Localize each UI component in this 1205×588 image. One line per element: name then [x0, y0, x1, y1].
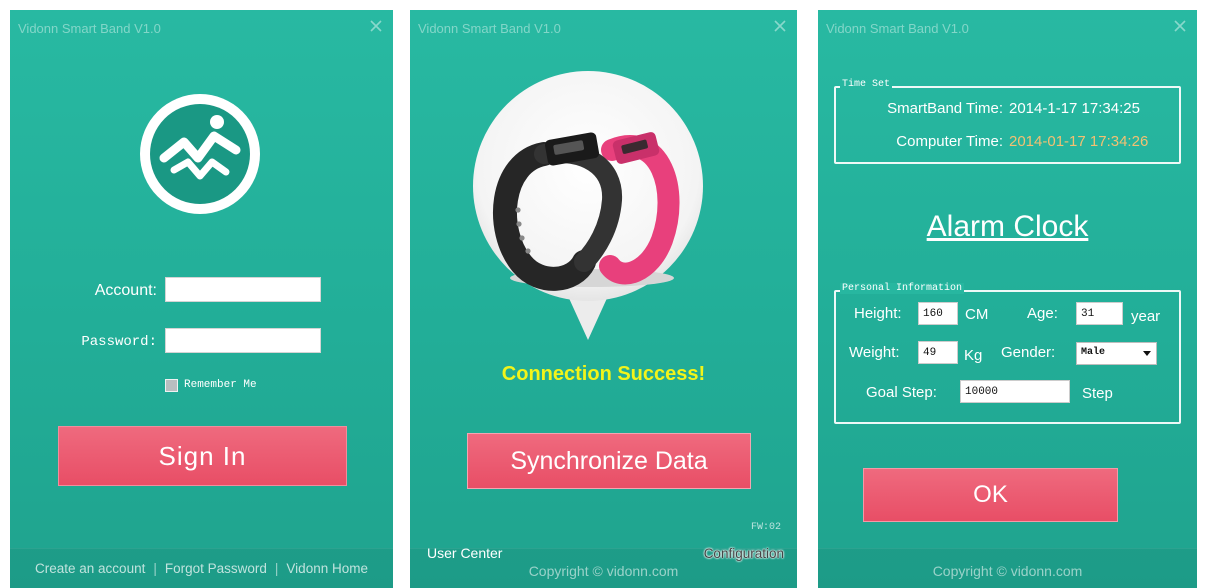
synchronize-data-button[interactable]: Synchronize Data [467, 433, 751, 489]
close-icon[interactable] [1170, 16, 1190, 36]
goal-step-unit: Step [1082, 385, 1113, 402]
computer-time-value: 2014-01-17 17:34:26 [1009, 133, 1149, 150]
account-input[interactable] [165, 277, 321, 302]
gender-label: Gender: [1001, 344, 1056, 361]
gender-select[interactable]: Male [1076, 342, 1157, 365]
age-input[interactable] [1076, 302, 1123, 325]
chevron-down-icon [1143, 351, 1151, 356]
window-title: Vidonn Smart Band V1.0 [418, 21, 561, 36]
gender-select-value: Male [1081, 347, 1106, 358]
height-label: Height: [854, 305, 902, 322]
remember-me[interactable]: Remember Me [165, 377, 257, 393]
smartband-time-label: SmartBand Time: [887, 100, 1003, 117]
weight-input[interactable] [918, 341, 958, 364]
goal-step-input[interactable] [960, 380, 1070, 403]
settings-window: Vidonn Smart Band V1.0 Time Set SmartBan… [818, 10, 1197, 588]
alarm-clock-link[interactable]: Alarm Clock [818, 210, 1197, 244]
title-bar: Vidonn Smart Band V1.0 [10, 10, 393, 46]
title-bar: Vidonn Smart Band V1.0 [818, 10, 1197, 46]
remember-me-checkbox[interactable] [165, 378, 178, 392]
link-separator: | [153, 560, 157, 576]
window-title: Vidonn Smart Band V1.0 [826, 21, 969, 36]
computer-time-label: Computer Time: [896, 133, 1003, 150]
sync-window: Vidonn Smart Band V1.0 Connection Succes… [410, 10, 797, 588]
window-title: Vidonn Smart Band V1.0 [18, 21, 161, 36]
vidonn-logo-icon [138, 92, 262, 216]
close-icon[interactable] [366, 16, 386, 36]
title-bar: Vidonn Smart Band V1.0 [410, 10, 797, 46]
smart-band-image [472, 70, 704, 342]
personal-information-title: Personal Information [840, 283, 965, 294]
goal-step-label: Goal Step: [866, 384, 937, 401]
personal-information-group: Personal Information Height: CM Age: yea… [834, 283, 1181, 424]
height-unit: CM [965, 306, 989, 323]
weight-unit: Kg [964, 347, 983, 364]
smartband-time-value: 2014-1-17 17:34:25 [1009, 100, 1140, 117]
footer-links: Create an account | Forgot Password | Vi… [10, 548, 393, 588]
close-icon[interactable] [770, 16, 790, 36]
link-separator: | [274, 560, 279, 576]
user-center-link[interactable]: User Center [427, 545, 502, 561]
copyright-text: Copyright © vidonn.com [528, 563, 679, 579]
connection-status: Connection Success! [501, 363, 706, 385]
firmware-version: FW:02 [750, 522, 781, 533]
password-label: Password: [81, 334, 157, 350]
weight-label: Weight: [849, 344, 900, 361]
height-input[interactable] [918, 302, 958, 325]
time-set-group: Time Set SmartBand Time: 2014-1-17 17:34… [834, 79, 1181, 164]
configuration-link[interactable]: Configuration [704, 546, 784, 561]
create-account-link[interactable]: Create an account [35, 561, 145, 576]
vidonn-home-link[interactable]: Vidonn Home [286, 561, 368, 576]
remember-me-label: Remember Me [184, 379, 257, 391]
login-window: Vidonn Smart Band V1.0 Account: Password… [10, 10, 393, 588]
age-label: Age: [1027, 305, 1058, 322]
ok-button[interactable]: OK [863, 468, 1118, 522]
age-unit: year [1131, 308, 1161, 325]
forgot-password-link[interactable]: Forgot Password [165, 561, 267, 576]
time-set-title: Time Set [840, 79, 893, 90]
sign-in-button[interactable]: Sign In [58, 426, 347, 486]
copyright-text: Copyright © vidonn.com [932, 563, 1083, 579]
password-input[interactable] [165, 328, 321, 353]
account-label: Account: [94, 282, 157, 299]
